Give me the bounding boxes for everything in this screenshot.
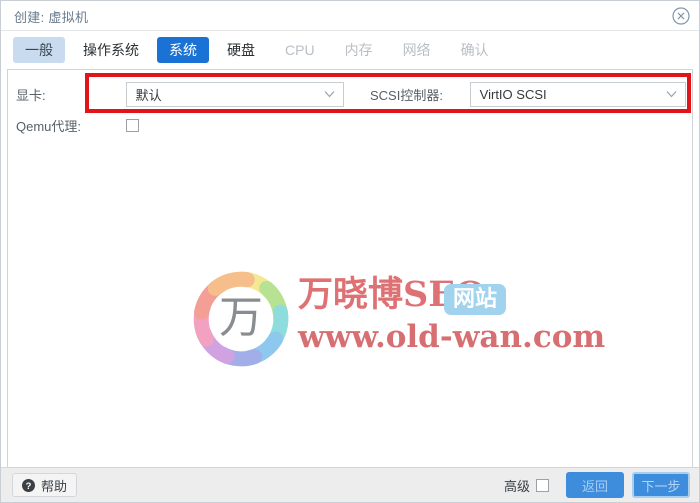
watermark: 万 万晓博SEO 网站 www.old-wan.com (190, 264, 605, 374)
wizard-tabs: 一般 操作系统 系统 硬盘 CPU 内存 网络 确认 (1, 31, 699, 69)
qemu-agent-row: Qemu代理: (16, 112, 139, 138)
graphics-card-label: 显卡: (16, 87, 46, 103)
watermark-title: 万晓博SEO (298, 274, 486, 315)
graphics-card-value: 默认 (135, 87, 162, 103)
system-settings-panel: 显卡: 默认 SCSI控制器: VirtIO SCSI Qemu代理: 万 万晓… (7, 69, 693, 486)
create-vm-dialog: 创建: 虚拟机 一般 操作系统 系统 硬盘 CPU 内存 网络 确认 显卡: 默… (0, 0, 700, 503)
tab-cpu: CPU (285, 42, 315, 58)
qemu-agent-label: Qemu代理: (16, 118, 82, 134)
scsi-controller-value: VirtIO SCSI (479, 86, 547, 102)
tab-network: 网络 (402, 42, 431, 58)
graphics-card-select[interactable]: 默认 (125, 81, 344, 107)
dialog-footer: ? 帮助 高级 返回 下一步 (1, 467, 699, 502)
dialog-titlebar: 创建: 虚拟机 (1, 1, 699, 31)
watermark-badge: 网站 (444, 284, 507, 315)
scsi-controller-select[interactable]: VirtIO SCSI (469, 81, 686, 107)
tab-disk[interactable]: 硬盘 (215, 37, 267, 63)
tab-confirm: 确认 (460, 42, 489, 58)
watermark-logo-char: 万 (219, 292, 263, 343)
page-title: 创建: 虚拟机 (14, 10, 89, 25)
footer-actions: 高级 返回 下一步 (504, 472, 690, 498)
help-button-label: 帮助 (41, 478, 68, 494)
chevron-down-icon (666, 91, 677, 98)
graphics-and-scsi-row: 显卡: 默认 SCSI控制器: VirtIO SCSI (16, 81, 686, 107)
help-button[interactable]: ? 帮助 (12, 473, 78, 497)
advanced-checkbox[interactable] (536, 478, 549, 492)
close-icon[interactable] (672, 7, 690, 25)
svg-text:?: ? (26, 480, 32, 491)
back-button[interactable]: 返回 (566, 472, 624, 498)
tab-memory: 内存 (344, 42, 373, 58)
qemu-agent-checkbox[interactable] (126, 118, 139, 132)
tab-os[interactable]: 操作系统 (71, 37, 151, 63)
tab-general[interactable]: 一般 (13, 37, 65, 63)
tab-system[interactable]: 系统 (157, 37, 209, 63)
watermark-logo-icon (190, 268, 292, 370)
advanced-label: 高级 (503, 478, 530, 494)
scsi-controller-label: SCSI控制器: (369, 87, 443, 103)
chevron-down-icon (324, 91, 335, 98)
next-button[interactable]: 下一步 (632, 472, 690, 498)
question-mark-icon: ? (22, 478, 35, 492)
watermark-url: www.old-wan.com (298, 319, 606, 355)
